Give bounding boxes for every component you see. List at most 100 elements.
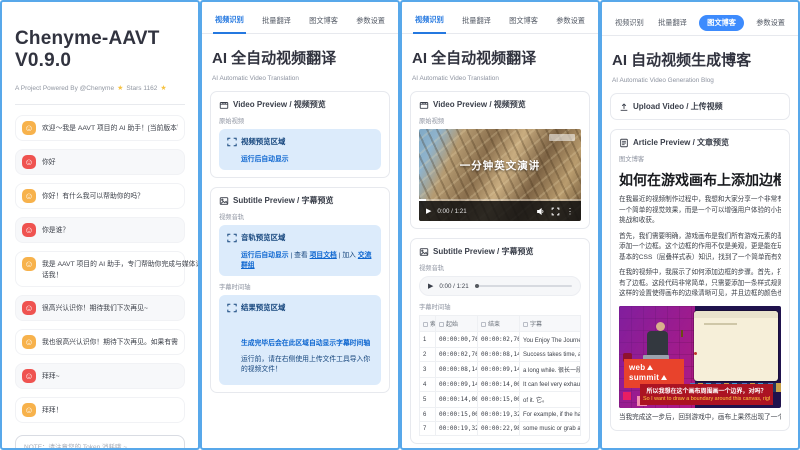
more-options-icon[interactable]: ⋮: [566, 207, 574, 216]
article-paragraph: 当我完成这一步后，回到游戏中，画布上果然出现了一个漂亮的: [619, 413, 781, 424]
message-line: 话我！: [42, 271, 200, 282]
page-title: AI 自动视频生成博客: [612, 49, 788, 70]
separator-text: | 加入: [337, 252, 358, 259]
chat-history: ☺ 欢迎～我是 AAVT 项目的 AI 助手！[当前版本暂未接入完整 ☺ 你好 …: [15, 115, 185, 423]
logo-text: web: [629, 363, 645, 373]
assistant-avatar-icon: ☺: [22, 189, 36, 203]
tab-batch-translate[interactable]: 批量翻译: [260, 16, 293, 33]
field-label: 视频音轨: [219, 212, 381, 221]
expander-header[interactable]: Video Preview / 视频预览: [219, 99, 381, 110]
video-placeholder-infobox: 视频预览区域 运行后自动显示: [219, 129, 381, 170]
article-line: 基本的CSS（层叠样式表）知识，找到了一个简单而有效的方法。: [619, 253, 781, 264]
fullscreen-icon[interactable]: [551, 207, 560, 216]
separator-text: | 查看: [289, 252, 310, 259]
cell-index: 1: [420, 332, 436, 348]
table-row: 2 00:00:02,760 00:00:08,140 Success take…: [420, 348, 581, 362]
tab-batch-translate[interactable]: 批量翻译: [656, 18, 689, 35]
tab-bar: 视频识别 批量翻译 图文博客 参数设置: [602, 2, 798, 36]
tab-blog[interactable]: 图文博客: [699, 15, 744, 31]
volume-icon[interactable]: [536, 207, 545, 216]
article-line: 在我最近的视频制作过程中，我想和大家分享一个非常有趣的项: [619, 195, 781, 206]
tab-settings[interactable]: 参数设置: [754, 18, 787, 35]
table-header-row: 索引 起始 结束 字幕: [420, 316, 581, 332]
tab-blog[interactable]: 图文博客: [507, 16, 540, 33]
subtitle-en: So I want to draw a boundary around this…: [643, 396, 770, 402]
play-icon[interactable]: ▶: [426, 207, 431, 215]
cell-end: 00:00:02,760: [478, 332, 520, 348]
star-icon: ★: [117, 84, 123, 92]
article-line: 这样的设置使得画布的边缘清晰可见，并且边框的颜色也可以根: [619, 289, 781, 300]
card-title: Subtitle Preview / 字幕预览: [233, 195, 333, 206]
audio-progress-bar[interactable]: [475, 285, 572, 287]
tab-video-recognition[interactable]: 视频识别: [213, 15, 246, 34]
tab-video-recognition[interactable]: 视频识别: [413, 15, 446, 34]
auto-show-link[interactable]: 运行后自动显示: [241, 252, 289, 259]
logo-text: summit: [629, 373, 659, 383]
crop-frame-icon: [227, 137, 237, 147]
expander-header[interactable]: Video Preview / 视频预览: [419, 99, 581, 110]
video-player[interactable]: 一分钟英文演讲 ▶ 0:00 / 1:21 ⋮: [419, 129, 581, 221]
cell-end: 00:00:14,000: [478, 378, 520, 392]
page-caption: AI Automatic Video Translation: [412, 75, 588, 82]
audio-player[interactable]: ▶ 0:00 / 1:21: [419, 276, 581, 296]
clapperboard-icon: [419, 100, 429, 110]
article-line: 一个简单的视觉效果，而是一个可以增强用户体验的小技巧。接: [619, 206, 781, 217]
video-watermark: [549, 134, 575, 141]
subtitle-dataframe[interactable]: 索引 起始 结束 字幕 1 00:00:00,760 00:00:02,760 …: [419, 315, 581, 436]
article-line: 当我完成这一步后，回到游戏中，画布上果然出现了一个漂亮的: [619, 413, 781, 424]
chat-input[interactable]: [15, 435, 185, 450]
message-text: 你好！有什么我可以帮助你的吗？: [42, 189, 144, 203]
play-icon[interactable]: ▶: [428, 282, 433, 290]
article-line: 有了边框。这段代码非常简单，只需要添加一条样式规则，给画: [619, 279, 781, 290]
expander-header[interactable]: Article Preview / 文章预览: [619, 137, 781, 148]
column-header: 字幕: [530, 322, 542, 328]
tab-bar: 视频识别 批量翻译 图文博客 参数设置: [202, 2, 398, 34]
crop-frame-icon: [227, 233, 237, 243]
cell-start: 00:00:02,760: [436, 348, 478, 362]
article-line: 添加一个边框。这个边框的作用不仅是美观，更是能在玩家与画: [619, 242, 781, 253]
tab-settings[interactable]: 参数设置: [354, 16, 387, 33]
editor-text-line: [704, 323, 738, 325]
triangle-icon: [661, 375, 667, 380]
expander-header[interactable]: Subtitle Preview / 字幕预览: [419, 246, 581, 257]
page-caption: AI Automatic Video Translation: [212, 75, 388, 82]
card-title: Video Preview / 视频预览: [233, 99, 326, 110]
cell-subtitle: For example, if the hard work s: [520, 408, 581, 422]
chat-message-assistant: ☺ 欢迎～我是 AAVT 项目的 AI 助手！[当前版本暂未接入完整: [15, 115, 185, 141]
tab-batch-translate[interactable]: 批量翻译: [460, 16, 493, 33]
column-header: 索引: [430, 322, 436, 328]
tab-video-recognition[interactable]: 视频识别: [613, 18, 646, 35]
project-caption: A Project Powered By @Chenyme ★ Stars 11…: [15, 84, 185, 92]
article-paragraph: 在我的视频中，我展示了如何添加边框的步骤。首先，打开我们 有了边框。这段代码非常…: [619, 268, 781, 300]
cell-subtitle: Success takes time, and you ma: [520, 348, 581, 362]
cell-index: 2: [420, 348, 436, 362]
expander-header[interactable]: Upload Video / 上传视频: [619, 101, 781, 112]
message-text: 你好: [42, 155, 56, 169]
page-caption: AI Automatic Video Generation Blog: [612, 77, 788, 84]
docs-link[interactable]: 项目文档: [310, 252, 337, 259]
cell-index: 5: [420, 392, 436, 408]
article-preview-card: Article Preview / 文章预览 图文博客 如何在游戏画布上添加边框…: [610, 129, 790, 431]
tab-blog[interactable]: 图文博客: [307, 16, 340, 33]
auto-show-link[interactable]: 运行后自动显示: [241, 156, 289, 163]
bilingual-subtitle-box: 所以我想在这个画布周围画一个边界，对吗？ So I want to draw a…: [640, 384, 773, 405]
card-title: Upload Video / 上传视频: [633, 101, 723, 112]
cell-index: 7: [420, 422, 436, 436]
chat-message-user: ☺ 很高兴认识你！期待我们下次再见~: [15, 295, 185, 321]
cell-end: 00:00:09,140: [478, 362, 520, 378]
cell-subtitle: some music or grab a cup of co: [520, 422, 581, 436]
message-text: 你是谁？: [42, 223, 69, 237]
star-icon: ★: [160, 84, 166, 92]
table-row: 6 00:00:15,000 00:00:19,320 For example,…: [420, 408, 581, 422]
table-row: 5 00:00:14,000 00:00:15,000 of it. 它。: [420, 392, 581, 408]
page-title: AI 全自动视频翻译: [212, 47, 388, 68]
video-time: 0:00 / 1:21: [437, 208, 530, 215]
expander-header[interactable]: Subtitle Preview / 字幕预览: [219, 195, 381, 206]
field-label: 图文博客: [619, 154, 781, 163]
field-label: 原始视频: [219, 116, 381, 125]
tab-settings[interactable]: 参数设置: [554, 16, 587, 33]
message-text: 欢迎～我是 AAVT 项目的 AI 助手！[当前版本暂未接入完整: [42, 121, 178, 135]
article-line: 挑战和收获。: [619, 216, 781, 227]
crop-frame-icon: [227, 303, 237, 313]
message-text: 拜拜！: [42, 403, 62, 417]
